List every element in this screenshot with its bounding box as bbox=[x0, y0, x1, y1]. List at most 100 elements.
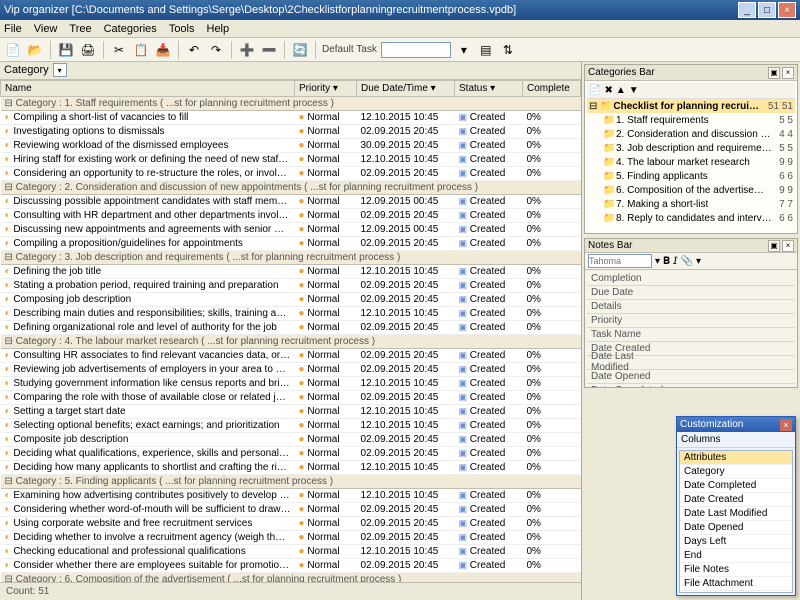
task-row[interactable]: ◐ Deciding whether to involve a recruitm… bbox=[1, 530, 581, 544]
tree-new-icon[interactable]: 📄 bbox=[589, 85, 601, 96]
menu-file[interactable]: File bbox=[4, 23, 22, 35]
col-complete[interactable]: Complete bbox=[523, 80, 581, 96]
category-filter[interactable]: Category ▾ bbox=[0, 62, 581, 80]
task-row[interactable]: ◐ Discussing possible appointment candid… bbox=[1, 194, 581, 208]
tree-item[interactable]: 📁5. Finding applicants6 6 bbox=[587, 169, 795, 183]
tree-up-icon[interactable]: ▲ bbox=[616, 85, 626, 96]
task-row[interactable]: ◐ Deciding what qualifications, experien… bbox=[1, 446, 581, 460]
menu-tools[interactable]: Tools bbox=[169, 23, 195, 35]
tree-delete-icon[interactable]: ✖ bbox=[604, 85, 612, 96]
col-due[interactable]: Due Date/Time ▾ bbox=[357, 80, 455, 96]
task-row[interactable]: ◐ Consulting HR associates to find relev… bbox=[1, 348, 581, 362]
attachment-icon[interactable]: 📎 bbox=[681, 256, 693, 267]
tree-item[interactable]: 📁1. Staff requirements5 5 bbox=[587, 113, 795, 127]
filter-icon[interactable]: ▤ bbox=[477, 41, 495, 59]
menu-tree[interactable]: Tree bbox=[69, 23, 91, 35]
task-row[interactable]: ◐ Selecting optional benefits; exact ear… bbox=[1, 418, 581, 432]
save-icon[interactable]: 💾 bbox=[57, 41, 75, 59]
panel-close-icon[interactable]: × bbox=[782, 67, 794, 79]
task-row[interactable]: ◐ Deciding how many applicants to shortl… bbox=[1, 460, 581, 474]
task-row[interactable]: ◐ Comparing the role with those of avail… bbox=[1, 390, 581, 404]
font-size-dropdown-icon[interactable]: ▾ bbox=[655, 256, 660, 267]
copy-icon[interactable]: 📋 bbox=[132, 41, 150, 59]
menu-categories[interactable]: Categories bbox=[104, 23, 157, 35]
undo-icon[interactable]: ↶ bbox=[185, 41, 203, 59]
print-icon[interactable]: 🖨 bbox=[79, 41, 97, 59]
property-row[interactable]: Date Completed bbox=[587, 384, 795, 387]
task-row[interactable]: ◐ Studying government information like c… bbox=[1, 376, 581, 390]
bold-icon[interactable]: 𝐁 bbox=[663, 256, 670, 267]
chevron-down-icon[interactable]: ▾ bbox=[53, 63, 67, 77]
tree-down-icon[interactable]: ▼ bbox=[629, 85, 639, 96]
redo-icon[interactable]: ↷ bbox=[207, 41, 225, 59]
categories-tree[interactable]: 📄 ✖ ▲ ▼ ⊟ 📁 Checklist for planning recru… bbox=[585, 81, 797, 233]
customization-item[interactable]: Hyperlink bbox=[680, 591, 792, 593]
panel-close-icon[interactable]: × bbox=[782, 240, 794, 252]
category-row[interactable]: ⊟ Category : 4. The labour market resear… bbox=[1, 334, 581, 348]
property-row[interactable]: Due Date bbox=[587, 286, 795, 300]
property-row[interactable]: Completion bbox=[587, 272, 795, 286]
task-row[interactable]: ◐ Considering whether word-of-mouth will… bbox=[1, 502, 581, 516]
task-row[interactable]: ◐ Reviewing job advertisements of employ… bbox=[1, 362, 581, 376]
font-select[interactable] bbox=[588, 254, 652, 268]
task-row[interactable]: ◐ Defining the job title● Normal12.10.20… bbox=[1, 264, 581, 278]
tree-item[interactable]: 📁8. Reply to candidates and interview6 6 bbox=[587, 211, 795, 225]
open-icon[interactable]: 📂 bbox=[26, 41, 44, 59]
customization-item[interactable]: End bbox=[680, 549, 792, 563]
task-row[interactable]: ◐ Discussing new appointments and agreem… bbox=[1, 222, 581, 236]
customization-item[interactable]: Date Opened bbox=[680, 521, 792, 535]
minimize-button[interactable]: _ bbox=[738, 2, 756, 18]
task-row[interactable]: ◐ Reviewing workload of the dismissed em… bbox=[1, 138, 581, 152]
more-dropdown-icon[interactable]: ▾ bbox=[696, 256, 701, 267]
menu-help[interactable]: Help bbox=[207, 23, 230, 35]
customization-item[interactable]: Date Created bbox=[680, 493, 792, 507]
customization-item[interactable]: File Attachment bbox=[680, 577, 792, 591]
property-row[interactable]: Details bbox=[587, 300, 795, 314]
panel-pin-icon[interactable]: ▣ bbox=[768, 67, 780, 79]
customization-panel[interactable]: Customization × Columns AttributesCatego… bbox=[676, 416, 796, 596]
tree-item[interactable]: 📁7. Making a short-list7 7 bbox=[587, 197, 795, 211]
panel-pin-icon[interactable]: ▣ bbox=[768, 240, 780, 252]
task-row[interactable]: ◐ Stating a probation period, required t… bbox=[1, 278, 581, 292]
task-row[interactable]: ◐ Defining organizational role and level… bbox=[1, 320, 581, 334]
customization-item[interactable]: Date Last Modified bbox=[680, 507, 792, 521]
customization-item[interactable]: Date Completed bbox=[680, 479, 792, 493]
customization-item[interactable]: File Notes bbox=[680, 563, 792, 577]
delete-task-icon[interactable]: ➖ bbox=[260, 41, 278, 59]
dropdown-icon[interactable]: ▾ bbox=[455, 41, 473, 59]
tree-item[interactable]: 📁4. The labour market research9 9 bbox=[587, 155, 795, 169]
category-row[interactable]: ⊟ Category : 3. Job description and requ… bbox=[1, 250, 581, 264]
col-priority[interactable]: Priority ▾ bbox=[295, 80, 357, 96]
task-row[interactable]: ◐ Composing job description● Normal02.09… bbox=[1, 292, 581, 306]
paste-icon[interactable]: 📥 bbox=[154, 41, 172, 59]
task-row[interactable]: ◐ Setting a target start date● Normal12.… bbox=[1, 404, 581, 418]
customization-close-icon[interactable]: × bbox=[780, 419, 792, 431]
category-row[interactable]: ⊟ Category : 2. Consideration and discus… bbox=[1, 180, 581, 194]
task-grid[interactable]: Name Priority ▾ Due Date/Time ▾ Status ▾… bbox=[0, 80, 581, 582]
tree-item[interactable]: 📁6. Composition of the advertisement9 9 bbox=[587, 183, 795, 197]
category-row[interactable]: ⊟ Category : 5. Finding applicants ( ...… bbox=[1, 474, 581, 488]
tree-root[interactable]: ⊟ 📁 Checklist for planning recruitment p… bbox=[587, 99, 795, 113]
task-row[interactable]: ◐ Using corporate website and free recru… bbox=[1, 516, 581, 530]
task-row[interactable]: ◐ Consider whether there are employees s… bbox=[1, 558, 581, 572]
category-row[interactable]: ⊟ Category : 6. Composition of the adver… bbox=[1, 572, 581, 582]
customization-item[interactable]: Days Left bbox=[680, 535, 792, 549]
customization-item[interactable]: Attributes bbox=[680, 451, 792, 465]
task-row[interactable]: ◐ Consulting with HR department and othe… bbox=[1, 208, 581, 222]
customization-columns-list[interactable]: AttributesCategoryDate CompletedDate Cre… bbox=[679, 450, 793, 593]
sort-icon[interactable]: ⇅ bbox=[499, 41, 517, 59]
col-name[interactable]: Name bbox=[1, 80, 295, 96]
task-row[interactable]: ◐ Examining how advertising contributes … bbox=[1, 488, 581, 502]
menu-view[interactable]: View bbox=[34, 23, 58, 35]
property-row[interactable]: Date Opened bbox=[587, 370, 795, 384]
customization-item[interactable]: Category bbox=[680, 465, 792, 479]
task-row[interactable]: ◐ Checking educational and professional … bbox=[1, 544, 581, 558]
tree-item[interactable]: 📁3. Job description and requirements5 5 bbox=[587, 141, 795, 155]
italic-icon[interactable]: 𝘐 bbox=[673, 256, 677, 267]
add-task-icon[interactable]: ➕ bbox=[238, 41, 256, 59]
task-row[interactable]: ◐ Compiling a proposition/guidelines for… bbox=[1, 236, 581, 250]
property-row[interactable]: Date Last Modified bbox=[587, 356, 795, 370]
task-row[interactable]: ◐ Hiring staff for existing work or defi… bbox=[1, 152, 581, 166]
maximize-button[interactable]: □ bbox=[758, 2, 776, 18]
category-row[interactable]: ⊟ Category : 1. Staff requirements ( ...… bbox=[1, 96, 581, 110]
